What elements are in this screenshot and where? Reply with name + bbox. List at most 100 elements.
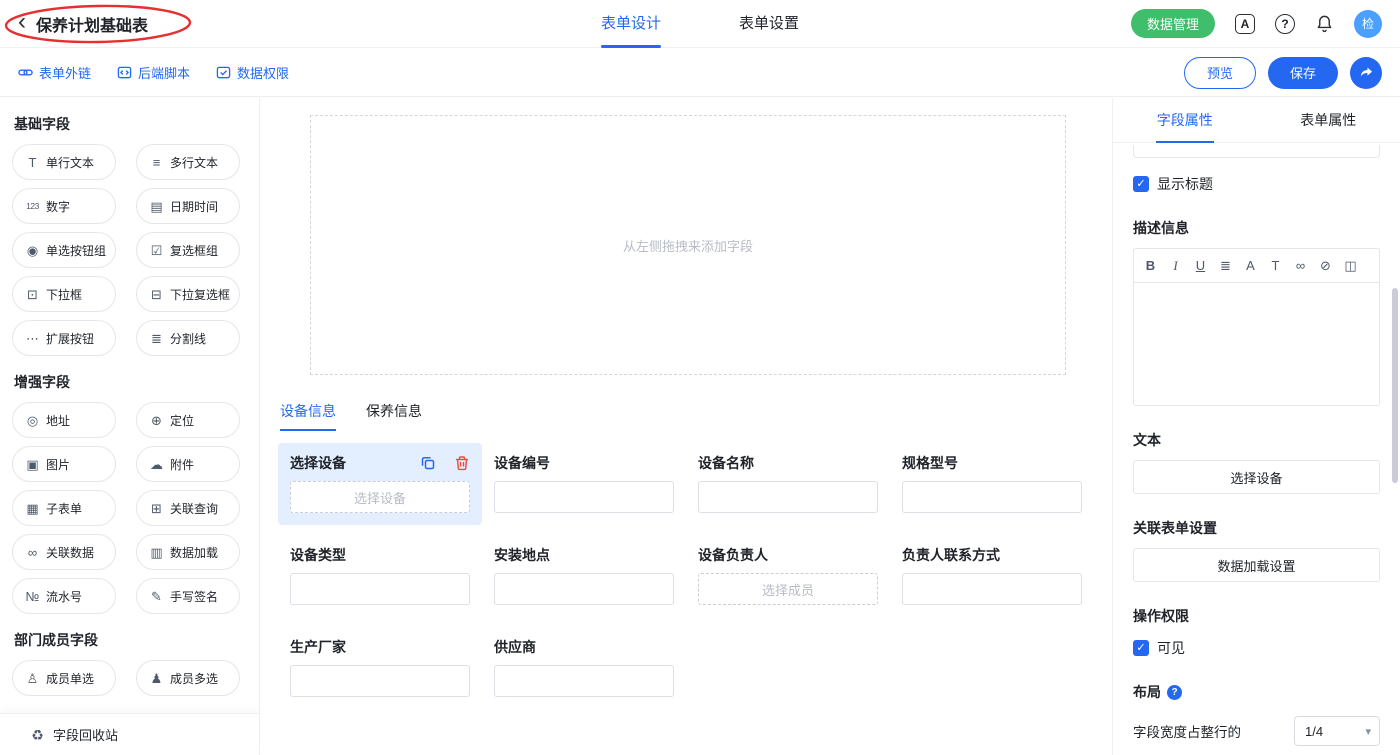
text-value-box[interactable]: 选择设备 bbox=[1133, 460, 1380, 494]
panel-scrollbar[interactable] bbox=[1392, 288, 1398, 483]
tab-maintenance-info[interactable]: 保养信息 bbox=[366, 401, 422, 431]
layout-header: 布局 ? bbox=[1133, 682, 1380, 702]
sidebar-field-subform[interactable]: ▦子表单 bbox=[12, 490, 116, 526]
image-icon[interactable]: ◫ bbox=[1338, 258, 1363, 274]
tab-form-settings[interactable]: 表单设置 bbox=[739, 0, 799, 48]
sidebar-field-member-single[interactable]: ♙成员单选 bbox=[12, 660, 116, 696]
canvas-field-owner-contact[interactable]: 负责人联系方式 bbox=[890, 535, 1094, 617]
field-label: 设备类型 bbox=[290, 545, 470, 565]
description-label: 描述信息 bbox=[1133, 218, 1380, 238]
link-icon[interactable]: ∞ bbox=[1288, 258, 1313, 273]
field-recycle-bin[interactable]: ♻ 字段回收站 bbox=[0, 713, 259, 755]
layout-help-icon[interactable]: ? bbox=[1167, 685, 1182, 700]
sidebar-field-datetime[interactable]: ▤日期时间 bbox=[136, 188, 240, 224]
sidebar-field-attachment[interactable]: ☁附件 bbox=[136, 446, 240, 482]
data-manage-button[interactable]: 数据管理 bbox=[1131, 9, 1215, 38]
language-icon[interactable]: A bbox=[1235, 14, 1255, 34]
save-button[interactable]: 保存 bbox=[1268, 57, 1338, 89]
sidebar-field-select[interactable]: ⊡下拉框 bbox=[12, 276, 116, 312]
field-input[interactable] bbox=[494, 573, 674, 605]
sidebar-field-extend-button[interactable]: ⋯扩展按钮 bbox=[12, 320, 116, 356]
delete-icon[interactable] bbox=[452, 453, 472, 473]
sidebar-field-linked-query[interactable]: ⊞关联查询 bbox=[136, 490, 240, 526]
member-single-icon: ♙ bbox=[25, 672, 40, 685]
description-editor: B I U ≣ A T ∞ ⊘ ◫ bbox=[1133, 248, 1380, 406]
sidebar-field-image[interactable]: ▣图片 bbox=[12, 446, 116, 482]
align-icon[interactable]: ≣ bbox=[1213, 258, 1238, 274]
canvas-field-manufacturer[interactable]: 生产厂家 bbox=[278, 627, 482, 709]
show-title-checkbox[interactable]: ✓ bbox=[1133, 176, 1149, 192]
data-permission-link[interactable]: 数据权限 bbox=[216, 63, 289, 82]
field-width-select[interactable]: 1/4 ▾ bbox=[1294, 716, 1380, 746]
field-input[interactable] bbox=[698, 481, 878, 513]
field-label: 设备编号 bbox=[494, 453, 674, 473]
canvas-field-select-device[interactable]: 选择设备 选择设备 bbox=[278, 443, 482, 525]
help-icon[interactable]: ? bbox=[1275, 14, 1295, 34]
color-icon[interactable]: A bbox=[1238, 258, 1263, 273]
bold-icon[interactable]: B bbox=[1138, 258, 1163, 273]
notification-bell-icon[interactable] bbox=[1315, 14, 1334, 33]
checkbox-group-icon: ☑ bbox=[149, 244, 164, 257]
sidebar-field-data-load[interactable]: ▥数据加载 bbox=[136, 534, 240, 570]
field-input[interactable] bbox=[494, 665, 674, 697]
drag-dropzone[interactable]: 从左侧拖拽来添加字段 bbox=[310, 115, 1066, 375]
backend-script-link[interactable]: 后端脚本 bbox=[117, 63, 190, 82]
field-input[interactable] bbox=[902, 481, 1082, 513]
link-icon bbox=[18, 65, 33, 80]
divider-icon: ≣ bbox=[149, 332, 164, 345]
avatar[interactable]: 检 bbox=[1354, 10, 1382, 38]
canvas-field-supplier[interactable]: 供应商 bbox=[482, 627, 686, 709]
radio-group-icon: ◉ bbox=[25, 244, 40, 257]
sidebar-field-linked-data[interactable]: ∞关联数据 bbox=[12, 534, 116, 570]
copy-icon[interactable] bbox=[418, 453, 438, 473]
canvas-tabs: 设备信息 保养信息 bbox=[280, 401, 1112, 431]
back-icon[interactable]: ‹ bbox=[18, 10, 26, 34]
sidebar-field-address[interactable]: ◎地址 bbox=[12, 402, 116, 438]
header-tabs: 表单设计 表单设置 bbox=[601, 0, 799, 48]
device-picker[interactable]: 选择设备 bbox=[290, 481, 470, 513]
canvas-field-device-owner[interactable]: 设备负责人 选择成员 bbox=[686, 535, 890, 617]
canvas-field-spec-model[interactable]: 规格型号 bbox=[890, 443, 1094, 525]
tab-form-design[interactable]: 表单设计 bbox=[601, 0, 661, 48]
unlink-icon[interactable]: ⊘ bbox=[1313, 258, 1338, 274]
italic-icon[interactable]: I bbox=[1163, 258, 1188, 274]
sidebar-field-checkbox-group[interactable]: ☑复选框组 bbox=[136, 232, 240, 268]
sidebar-field-divider[interactable]: ≣分割线 bbox=[136, 320, 240, 356]
tab-form-properties[interactable]: 表单属性 bbox=[1257, 98, 1400, 142]
preview-button[interactable]: 预览 bbox=[1184, 57, 1256, 89]
sidebar-field-multi-select[interactable]: ⊟下拉复选框 bbox=[136, 276, 240, 312]
canvas-field-device-type[interactable]: 设备类型 bbox=[278, 535, 482, 617]
canvas-field-device-name[interactable]: 设备名称 bbox=[686, 443, 890, 525]
field-input[interactable] bbox=[290, 665, 470, 697]
sidebar-field-serial-number[interactable]: №流水号 bbox=[12, 578, 116, 614]
dropzone-hint: 从左侧拖拽来添加字段 bbox=[623, 236, 753, 255]
underline-icon[interactable]: U bbox=[1188, 258, 1213, 273]
layout-label: 布局 bbox=[1133, 682, 1161, 702]
canvas-field-install-location[interactable]: 安装地点 bbox=[482, 535, 686, 617]
form-external-link[interactable]: 表单外链 bbox=[18, 63, 91, 82]
panel-body: ✓ 显示标题 描述信息 B I U ≣ A T ∞ ⊘ ◫ 文本 选择设备 关联… bbox=[1113, 143, 1400, 755]
sidebar-field-single-line-text[interactable]: T单行文本 bbox=[12, 144, 116, 180]
sidebar-field-radio-group[interactable]: ◉单选按钮组 bbox=[12, 232, 116, 268]
description-editor-body[interactable] bbox=[1134, 283, 1379, 405]
sidebar-field-multi-line-text[interactable]: ≡多行文本 bbox=[136, 144, 240, 180]
tab-device-info[interactable]: 设备信息 bbox=[280, 401, 336, 431]
field-input[interactable] bbox=[902, 573, 1082, 605]
sidebar-field-member-multi[interactable]: ♟成员多选 bbox=[136, 660, 240, 696]
fontsize-icon[interactable]: T bbox=[1263, 258, 1288, 273]
field-input[interactable] bbox=[290, 573, 470, 605]
field-input[interactable] bbox=[494, 481, 674, 513]
sidebar-field-signature[interactable]: ✎手写签名 bbox=[136, 578, 240, 614]
canvas-field-device-code[interactable]: 设备编号 bbox=[482, 443, 686, 525]
tab-field-properties[interactable]: 字段属性 bbox=[1113, 98, 1257, 142]
sidebar-field-location[interactable]: ⊕定位 bbox=[136, 402, 240, 438]
location-icon: ⊕ bbox=[149, 414, 164, 427]
field-label: 规格型号 bbox=[902, 453, 1082, 473]
sidebar-field-number[interactable]: 123数字 bbox=[12, 188, 116, 224]
truncated-input[interactable] bbox=[1133, 145, 1380, 158]
share-button[interactable] bbox=[1350, 57, 1382, 89]
data-load-settings-button[interactable]: 数据加载设置 bbox=[1133, 548, 1380, 582]
member-picker[interactable]: 选择成员 bbox=[698, 573, 878, 605]
visible-checkbox[interactable]: ✓ bbox=[1133, 640, 1149, 656]
visible-label: 可见 bbox=[1157, 638, 1185, 658]
